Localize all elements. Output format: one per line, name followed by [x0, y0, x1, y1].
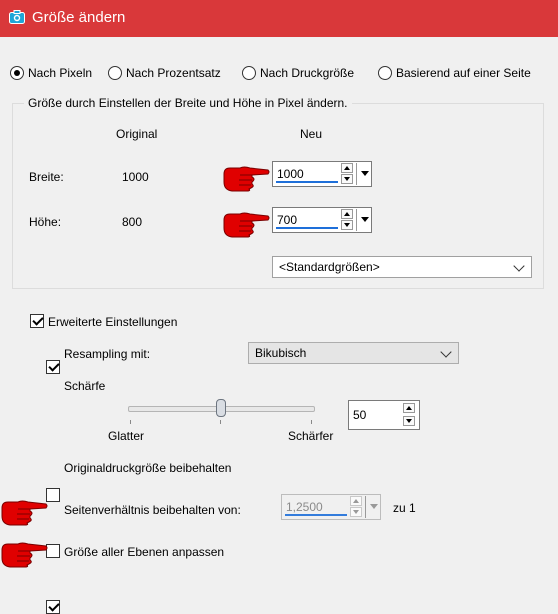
aspect-suffix-label: zu 1	[393, 501, 416, 515]
radio-button[interactable]	[378, 66, 392, 80]
focus-underline	[276, 227, 338, 229]
keep-print-size-label: Originaldruckgröße beibehalten	[64, 461, 232, 475]
pointing-hand-icon	[1, 542, 48, 568]
height-label: Höhe:	[29, 215, 62, 229]
chevron-down-icon	[440, 346, 452, 358]
advanced-settings-checkbox[interactable]	[30, 314, 44, 328]
radio-label: Nach Pixeln	[28, 66, 93, 80]
slider-tick	[130, 420, 131, 424]
preset-sizes-select[interactable]: <Standardgrößen>	[272, 256, 532, 278]
spin-up-button[interactable]	[341, 209, 353, 219]
radio-button[interactable]	[108, 66, 122, 80]
resampling-select[interactable]: Bikubisch	[248, 342, 459, 364]
divider	[365, 496, 366, 518]
spin-up-button	[350, 496, 362, 506]
radio-label: Nach Druckgröße	[260, 66, 355, 80]
spin-down-button[interactable]	[341, 220, 353, 230]
select-value: Bikubisch	[255, 346, 307, 360]
dropdown-arrow-icon[interactable]	[361, 171, 369, 176]
spin-buttons[interactable]	[403, 403, 417, 426]
height-spinbox[interactable]: 700	[272, 207, 372, 233]
keep-aspect-checkbox[interactable]	[46, 544, 60, 558]
aspect-ratio-value: 1,2500	[286, 500, 323, 514]
sharpness-slider-thumb[interactable]	[215, 399, 226, 417]
spin-up-button[interactable]	[341, 163, 353, 173]
height-new-value[interactable]: 700	[277, 213, 297, 227]
slider-tick	[220, 420, 221, 424]
divider	[356, 209, 357, 231]
resampling-label: Resampling mit:	[64, 347, 151, 361]
width-label: Breite:	[29, 170, 64, 184]
dropdown-arrow-icon[interactable]	[361, 217, 369, 222]
camera-icon	[9, 10, 25, 24]
width-new-value[interactable]: 1000	[277, 167, 304, 181]
spin-down-button	[350, 507, 362, 517]
spin-up-button[interactable]	[403, 403, 415, 413]
keep-print-size-checkbox[interactable]	[46, 488, 60, 502]
sharpness-value[interactable]: 50	[353, 408, 366, 422]
radio-label: Basierend auf einer Seite	[396, 66, 531, 80]
column-original-header: Original	[116, 127, 158, 141]
select-value: <Standardgrößen>	[279, 260, 380, 274]
slider-min-label: Glatter	[108, 429, 145, 443]
spin-down-button[interactable]	[403, 416, 415, 426]
spin-buttons[interactable]	[341, 163, 355, 185]
radio-by-print-size[interactable]: Nach Druckgröße	[242, 63, 354, 83]
height-original-value: 800	[122, 215, 143, 229]
resampling-checkbox[interactable]	[46, 360, 60, 374]
radio-by-page[interactable]: Basierend auf einer Seite	[378, 63, 531, 83]
chevron-down-icon	[513, 260, 525, 272]
window-title: Größe ändern	[32, 9, 126, 26]
spin-buttons	[350, 496, 364, 518]
advanced-settings-label: Erweiterte Einstellungen	[48, 315, 178, 329]
dropdown-arrow-icon	[370, 504, 378, 509]
pointing-hand-icon	[1, 500, 48, 526]
column-new-header: Neu	[300, 127, 323, 141]
spin-buttons[interactable]	[341, 209, 355, 231]
radio-by-pixels[interactable]: Nach Pixeln	[10, 63, 92, 83]
sharpness-label: Schärfe	[64, 379, 106, 393]
slider-tick	[311, 420, 312, 424]
width-original-value: 1000	[122, 170, 149, 184]
resize-all-layers-label: Größe aller Ebenen anpassen	[64, 545, 225, 559]
sharpness-spinbox[interactable]: 50	[348, 400, 420, 430]
focus-underline	[285, 514, 347, 516]
resize-all-layers-checkbox[interactable]	[46, 600, 60, 614]
divider	[356, 163, 357, 185]
keep-aspect-label: Seitenverhältnis beibehalten von:	[64, 503, 241, 517]
pointing-hand-icon	[223, 212, 270, 238]
focus-underline	[276, 181, 338, 183]
group-title: Größe durch Einstellen der Breite und Hö…	[24, 96, 352, 110]
radio-label: Nach Prozentsatz	[126, 66, 221, 80]
spin-down-button[interactable]	[341, 174, 353, 184]
slider-max-label: Schärfer	[288, 429, 334, 443]
width-spinbox[interactable]: 1000	[272, 161, 372, 187]
radio-button[interactable]	[242, 66, 256, 80]
radio-by-percent[interactable]: Nach Prozentsatz	[108, 63, 221, 83]
aspect-ratio-spinbox: 1,2500	[281, 494, 381, 520]
pointing-hand-icon	[223, 166, 270, 192]
radio-button[interactable]	[10, 66, 24, 80]
